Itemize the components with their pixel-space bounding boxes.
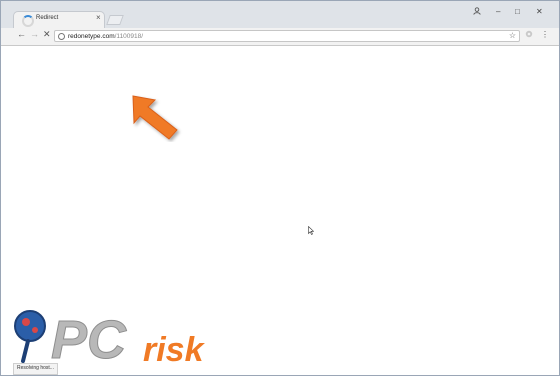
bookmark-star-icon[interactable]: ☆ bbox=[509, 31, 516, 40]
url-path: /1100918/ bbox=[114, 33, 144, 40]
tab-title: Redirect bbox=[36, 15, 59, 21]
stop-button[interactable]: ✕ bbox=[43, 29, 51, 40]
minimize-button[interactable]: – bbox=[496, 7, 500, 16]
info-icon[interactable] bbox=[58, 33, 65, 40]
svg-text:risk: risk bbox=[143, 331, 206, 368]
mouse-cursor-icon bbox=[308, 225, 315, 237]
maximize-button[interactable]: □ bbox=[515, 7, 520, 16]
pcrisk-watermark-logo: PC risk bbox=[11, 306, 226, 373]
tab-close-icon[interactable]: × bbox=[96, 13, 101, 22]
url-domain: redonetype.com bbox=[68, 33, 115, 40]
extension-icon[interactable] bbox=[525, 30, 533, 40]
svg-text:PC: PC bbox=[51, 310, 127, 368]
toolbar: ← → ✕ redonetype.com/1100918/ ☆ ⋮ bbox=[1, 28, 559, 46]
browser-window: Redirect × – □ ✕ ← → ✕ redonetype.com/11… bbox=[0, 0, 560, 376]
loading-spinner-icon bbox=[22, 15, 34, 27]
profile-icon[interactable] bbox=[473, 7, 481, 17]
address-bar[interactable]: redonetype.com/1100918/ ☆ bbox=[54, 30, 520, 42]
tab-redirect[interactable]: Redirect × bbox=[13, 11, 105, 28]
orange-arrow-icon bbox=[132, 95, 178, 140]
menu-icon[interactable]: ⋮ bbox=[541, 30, 549, 39]
forward-button[interactable]: → bbox=[30, 29, 39, 39]
tab-strip: Redirect × – □ ✕ bbox=[1, 1, 559, 28]
close-window-button[interactable]: ✕ bbox=[536, 7, 543, 16]
url-text[interactable]: redonetype.com/1100918/ bbox=[68, 31, 143, 42]
back-button[interactable]: ← bbox=[17, 29, 26, 39]
new-tab-button[interactable] bbox=[106, 15, 124, 25]
